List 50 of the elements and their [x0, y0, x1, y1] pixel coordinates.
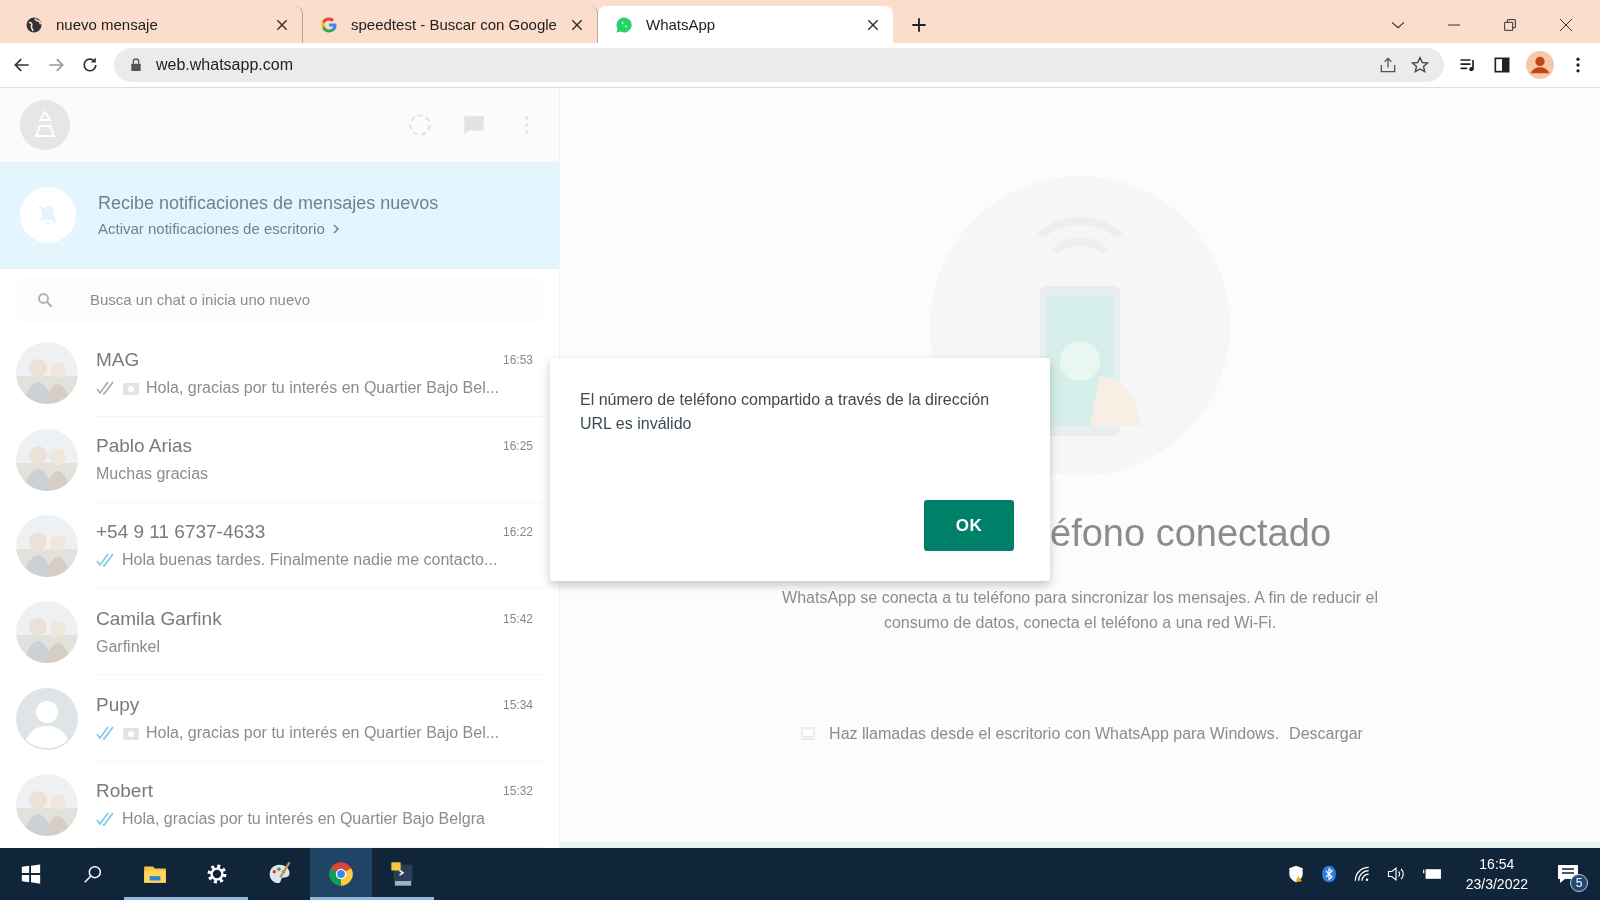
- profile-avatar-icon[interactable]: [1526, 51, 1554, 79]
- message-preview: Muchas gracias: [96, 465, 209, 484]
- message-preview: Hola buenas tardes. Finalmente nadie me contacto...: [122, 551, 498, 570]
- search-icon[interactable]: [82, 863, 104, 885]
- address-bar[interactable]: web.whatsapp.com: [114, 48, 1444, 82]
- chat-list-item[interactable]: Camila Garfink 15:42 Garfinkel: [0, 589, 559, 676]
- contact-name: +54 9 11 6737-4633: [96, 521, 267, 544]
- intro-title: éfono conectado: [1050, 512, 1331, 555]
- chat-list-item[interactable]: Pablo Arias 16:25 Muchas gracias: [0, 416, 559, 503]
- contact-name: Pupy: [96, 694, 141, 717]
- contact-name: MAG: [96, 348, 141, 371]
- message-time: 15:42: [502, 611, 533, 626]
- enable-notifications-link[interactable]: Activar notificaciones de escritorio: [98, 220, 325, 238]
- chat-list-item[interactable]: Pupy 15:34 Hola, gracias por tu interés en Quartier Bajo Bel...: [0, 675, 559, 762]
- restore-icon[interactable]: [1502, 16, 1518, 33]
- lock-icon: [128, 57, 144, 73]
- speaker-icon[interactable]: [1385, 864, 1406, 884]
- notification-count: 5: [1570, 874, 1588, 892]
- browser-tab[interactable]: WhatsApp: [598, 6, 893, 43]
- message-time: 16:53: [502, 352, 533, 367]
- message-preview: Garfinkel: [96, 637, 161, 656]
- chevron-right-icon: [330, 223, 341, 235]
- chat-list-item[interactable]: MAG 16:53 Hola, gracias por tu interés en Quartier Bajo Bel...: [0, 330, 559, 417]
- message-preview: Hola, gracias por tu interés en Quartier Bajo Bel...: [146, 378, 500, 397]
- reload-icon[interactable]: [80, 55, 100, 75]
- message-preview: Hola, gracias por tu interés en Quartier Bajo Bel...: [146, 724, 500, 743]
- contact-name: Robert: [96, 780, 155, 803]
- message-time: 16:22: [502, 525, 533, 540]
- download-text: Haz llamadas desde el escritorio con WhatsApp para Windows.: [829, 725, 1280, 743]
- search-icon: [36, 290, 54, 309]
- clock[interactable]: 16:54 23/3/2022: [1457, 856, 1536, 892]
- notification-title: Recibe notificaciones de mensajes nuevos: [98, 193, 439, 215]
- dialog-message: El número de teléfono compartido a través de la dirección URL es inválido: [580, 390, 991, 434]
- download-link[interactable]: Descargar: [1289, 725, 1363, 743]
- share-icon[interactable]: [1378, 55, 1398, 75]
- side-panel-icon[interactable]: [1492, 55, 1512, 75]
- message-time: 15:32: [502, 784, 533, 799]
- notification-center-button[interactable]: 5: [1550, 854, 1586, 894]
- chat-list-item[interactable]: +54 9 11 6737-4633 16:22 Hola buenas tardes. Finalmente nadie me contacto...: [0, 502, 559, 590]
- contact-name: Camila Garfink: [96, 607, 223, 630]
- message-time: 15:34: [502, 698, 533, 713]
- star-icon[interactable]: [1410, 55, 1430, 75]
- message-time: 16:25: [502, 439, 533, 454]
- intro-text: WhatsApp se conecta a tu teléfono para sincronizar los mensajes. A fin de reducir el consumo de datos, conecta el teléfono a una red Wi-Fi.: [781, 588, 1379, 633]
- ok-button[interactable]: OK: [924, 500, 1014, 551]
- chrome-logo-icon[interactable]: [327, 860, 355, 888]
- close-icon[interactable]: [1558, 16, 1574, 33]
- windows-logo-icon: [20, 863, 42, 885]
- contact-name: Pablo Arias: [96, 435, 194, 458]
- message-preview: Hola, gracias por tu interés en Quartier Bajo Belgra: [122, 810, 485, 829]
